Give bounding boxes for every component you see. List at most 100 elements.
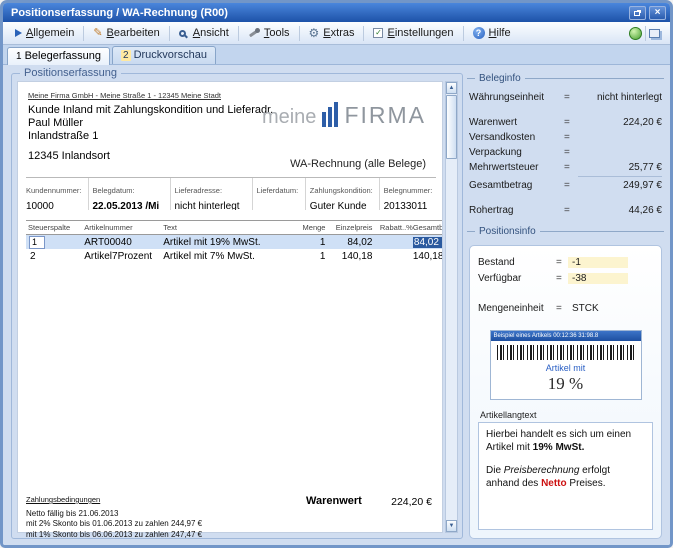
vertical-scrollbar[interactable]: ▲ ▼ bbox=[445, 81, 458, 533]
app-window: Positionserfassung / WA-Rechnung (R00) ×… bbox=[0, 0, 673, 548]
menu-ansicht[interactable]: Ansicht bbox=[173, 25, 235, 41]
pos-label: Bestand bbox=[478, 257, 556, 268]
info-value: nicht hinterlegt bbox=[578, 92, 662, 103]
langtext-segment-red: Netto bbox=[541, 478, 567, 489]
menu-einstellungen-label: Einstellungen bbox=[387, 27, 453, 39]
menu-hilfe[interactable]: ? Hilfe bbox=[467, 25, 517, 41]
pos-row-bestand: Bestand = -1 bbox=[478, 254, 653, 270]
document-type: WA-Rechnung (alle Belege) bbox=[290, 158, 426, 170]
info-row-rohertrag: Rohertrag = 44,26 € bbox=[469, 203, 662, 218]
scroll-thumb[interactable] bbox=[446, 95, 457, 159]
menu-hilfe-label: Hilfe bbox=[489, 27, 511, 39]
equals-sign: = bbox=[564, 205, 578, 216]
table-row[interactable]: 1 ART00040 Artikel mit 19% MwSt. 1 84,02… bbox=[26, 235, 442, 249]
positionsinfo-panel: Bestand = -1 Verfügbar = -38 Mengeneinhe… bbox=[469, 245, 662, 539]
info-row-warenwert: Warenwert = 224,20 € bbox=[469, 115, 662, 130]
scroll-down-button[interactable]: ▼ bbox=[446, 520, 457, 532]
menu-allgemein[interactable]: Allgemein bbox=[9, 25, 80, 41]
pos-label: Mengeneinheit bbox=[478, 303, 556, 314]
tabbar: 1 Belegerfassung 2 Druckvorschau bbox=[3, 45, 670, 65]
info-label: Mehrwertsteuer bbox=[469, 162, 564, 173]
pos-value: -1 bbox=[568, 257, 628, 268]
menu-bearbeiten[interactable]: ✎ Bearbeiten bbox=[87, 25, 165, 41]
field-label: Belegnummer: bbox=[384, 186, 433, 195]
column-einzelpreis: Einzelpreis bbox=[325, 223, 375, 232]
pos-value: -38 bbox=[568, 273, 628, 284]
address-line: 12345 Inlandsort bbox=[28, 150, 273, 163]
field-label: Belegdatum: bbox=[93, 186, 135, 195]
payment-terms-title: Zahlungsbedingungen bbox=[26, 495, 202, 506]
tab-belegerfassung[interactable]: 1 Belegerfassung bbox=[7, 47, 110, 65]
field-value[interactable]: nicht hinterlegt bbox=[175, 201, 248, 210]
gesamtbetrag-cell[interactable]: 84,02 bbox=[413, 237, 442, 248]
field-value[interactable]: 10000 bbox=[26, 201, 84, 210]
menu-einstellungen[interactable]: ✓ Einstellungen bbox=[367, 25, 459, 41]
restore-icon bbox=[634, 11, 640, 16]
table-row[interactable]: 2 Artikel7Prozent Artikel mit 7% MwSt. 1… bbox=[26, 249, 442, 263]
positionserfassung-group: Positionserfassung Meine Firma GmbH - Me… bbox=[11, 73, 463, 539]
address-line: Kunde Inland mit Zahlungskondition und L… bbox=[28, 104, 273, 117]
menu-bearbeiten-label: Bearbeiten bbox=[107, 27, 160, 39]
equals-sign: = bbox=[564, 117, 578, 128]
address-line: Paul Müller bbox=[28, 117, 273, 130]
window-title: Positionserfassung / WA-Rechnung (R00) bbox=[11, 7, 228, 19]
allgemein-icon bbox=[15, 29, 22, 37]
pos-value: STCK bbox=[568, 303, 603, 314]
article-image-big-text: 19 % bbox=[497, 374, 635, 394]
article-image-titlebar: Beispiel eines Artikels 00:12:36 31:98.8 bbox=[491, 331, 641, 341]
toolbar: Allgemein ✎ Bearbeiten Ansicht Tools ⚙ E… bbox=[3, 22, 670, 45]
info-label: Versandkosten bbox=[469, 132, 564, 143]
langtext-spacer bbox=[486, 454, 645, 464]
steuerspalte-cell: 1 bbox=[26, 236, 84, 249]
info-label: Verpackung bbox=[469, 147, 564, 158]
menge-cell: 1 bbox=[292, 237, 325, 248]
info-label: Währungseinheit bbox=[469, 92, 564, 103]
beleginfo-panel: Beleginfo Währungseinheit = nicht hinter… bbox=[467, 71, 664, 541]
toolbar-separator bbox=[83, 26, 84, 41]
globe-icon[interactable] bbox=[629, 27, 642, 40]
field-value[interactable]: 20133011 bbox=[384, 201, 432, 210]
close-button[interactable]: × bbox=[649, 6, 666, 20]
address-line: Inlandstraße 1 bbox=[28, 130, 273, 143]
langtext-segment-bold: 19% MwSt. bbox=[533, 442, 585, 453]
divider bbox=[540, 231, 664, 232]
beleginfo-title: Beleginfo bbox=[479, 73, 521, 84]
column-text: Text bbox=[163, 223, 292, 232]
group-label: Positionserfassung bbox=[20, 67, 121, 79]
column-gesamtbetrag: Gesamtbetrag bbox=[413, 223, 442, 232]
equals-sign: = bbox=[564, 147, 578, 158]
menge-cell: 1 bbox=[292, 251, 325, 262]
tab-druckvorschau[interactable]: 2 Druckvorschau bbox=[112, 46, 216, 64]
info-row-mehrwertsteuer: Mehrwertsteuer = 25,77 € bbox=[469, 160, 662, 175]
artikelnummer-cell: ART00040 bbox=[84, 237, 163, 248]
restore-button[interactable] bbox=[629, 6, 646, 20]
address-block: Kunde Inland mit Zahlungskondition und L… bbox=[28, 104, 273, 163]
payment-terms: Zahlungsbedingungen Netto fällig bis 21.… bbox=[26, 495, 202, 540]
toolbar-separator bbox=[238, 26, 239, 41]
field-value[interactable]: Guter Kunde bbox=[310, 201, 375, 210]
info-row-gesamtbetrag: Gesamtbetrag = 249,97 € bbox=[469, 178, 662, 193]
equals-sign: = bbox=[556, 303, 568, 314]
close-icon: × bbox=[655, 7, 661, 19]
field-belegnummer: Belegnummer: 20133011 bbox=[379, 178, 436, 210]
equals-sign: = bbox=[564, 180, 578, 191]
field-belegdatum: Belegdatum: 22.05.2013 /Mi bbox=[88, 178, 170, 210]
equals-sign: = bbox=[556, 257, 568, 268]
einzelpreis-cell: 140,18 bbox=[325, 251, 375, 262]
field-value[interactable]: 22.05.2013 /Mi bbox=[93, 201, 166, 210]
field-lieferadresse: Lieferadresse: nicht hinterlegt bbox=[170, 178, 252, 210]
einzelpreis-cell: 84,02 bbox=[325, 237, 375, 248]
equals-sign: = bbox=[564, 162, 578, 173]
scroll-up-button[interactable]: ▲ bbox=[446, 82, 457, 94]
info-row-verpackung: Verpackung = bbox=[469, 145, 662, 160]
beleginfo-fields: Währungseinheit = nicht hinterlegt Waren… bbox=[467, 90, 664, 218]
menu-extras[interactable]: ⚙ Extras bbox=[303, 25, 361, 41]
info-value: 25,77 € bbox=[578, 162, 662, 173]
tab-2-number: 2 bbox=[121, 50, 131, 61]
window-icon[interactable] bbox=[649, 29, 660, 38]
equals-sign: = bbox=[556, 273, 568, 284]
steuerspalte-editor[interactable]: 1 bbox=[29, 236, 45, 249]
langtext-segment: Preises. bbox=[567, 478, 606, 489]
menu-tools[interactable]: Tools bbox=[242, 25, 296, 41]
payment-line: mit 2% Skonto bis 01.06.2013 zu zahlen 2… bbox=[26, 519, 202, 530]
